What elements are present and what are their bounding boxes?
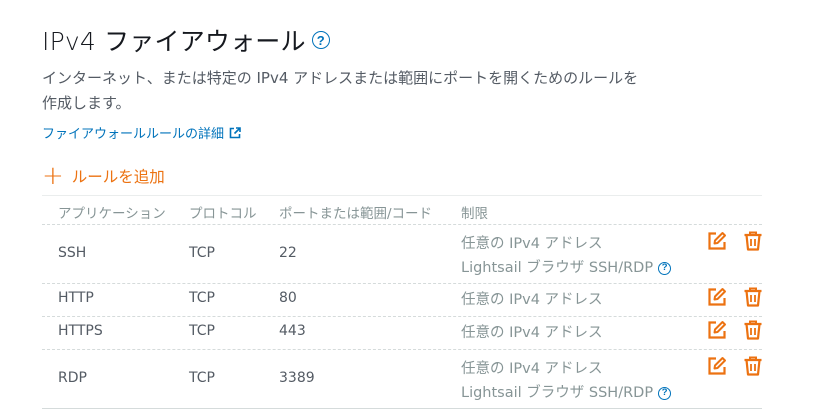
port-cell: 443 <box>279 323 306 339</box>
browser-rdp-note: Lightsail ブラウザ SSH/RDP ? <box>461 381 672 405</box>
restriction-cell: 任意の IPv4 アドレス <box>461 325 603 341</box>
application-cell: SSH <box>58 245 87 261</box>
firewall-rules-table: アプリケーション プロトコル ポートまたは範囲/コード 制限 SSH TCP 2… <box>42 195 762 409</box>
column-header-protocol: プロトコル <box>189 206 257 222</box>
description: インターネット、または特定の IPv4 アドレスまたは範囲にポートを開くためのル… <box>42 69 639 112</box>
application-cell: HTTP <box>58 290 94 306</box>
edit-icon[interactable] <box>706 286 728 308</box>
edit-icon[interactable] <box>706 319 728 341</box>
row-actions <box>706 355 764 377</box>
table-row: RDP TCP 3389 任意の IPv4 アドレス Lightsail ブラウ… <box>42 350 762 409</box>
help-icon[interactable]: ? <box>658 386 672 400</box>
add-rule-label: ルールを追加 <box>71 168 165 186</box>
external-link-icon <box>229 126 241 138</box>
trash-icon[interactable] <box>742 230 764 252</box>
edit-icon[interactable] <box>706 230 728 252</box>
restriction-cell: 任意の IPv4 アドレス Lightsail ブラウザ SSH/RDP ? <box>461 357 672 405</box>
plus-icon: + <box>42 161 64 191</box>
restriction-text: 任意の IPv4 アドレス <box>461 361 603 377</box>
trash-icon[interactable] <box>742 286 764 308</box>
column-header-application: アプリケーション <box>58 206 166 222</box>
row-actions <box>706 286 764 308</box>
application-cell: HTTPS <box>58 323 103 339</box>
port-cell: 80 <box>279 290 297 306</box>
browser-ssh-note: Lightsail ブラウザ SSH/RDP ? <box>461 256 672 280</box>
protocol-cell: TCP <box>189 290 215 306</box>
protocol-cell: TCP <box>189 370 215 386</box>
row-actions <box>706 230 764 252</box>
help-icon[interactable]: ? <box>311 31 330 49</box>
row-actions <box>706 319 764 341</box>
table-row: HTTP TCP 80 任意の IPv4 アドレス <box>42 284 762 317</box>
trash-icon[interactable] <box>742 319 764 341</box>
page-title: IPv4 ファイアウォール <box>42 27 306 56</box>
details-link-label[interactable]: ファイアウォールルールの詳細 <box>42 123 224 142</box>
restriction-cell: 任意の IPv4 アドレス <box>461 292 603 308</box>
table-header: アプリケーション プロトコル ポートまたは範囲/コード 制限 <box>42 196 762 225</box>
column-header-restriction: 制限 <box>461 206 488 222</box>
edit-icon[interactable] <box>706 355 728 377</box>
help-icon[interactable]: ? <box>658 261 672 275</box>
browser-ssh-text: Lightsail ブラウザ SSH/RDP <box>461 260 654 276</box>
restriction-text: 任意の IPv4 アドレス <box>461 236 603 252</box>
application-cell: RDP <box>58 370 87 386</box>
table-row: HTTPS TCP 443 任意の IPv4 アドレス <box>42 317 762 350</box>
browser-rdp-text: Lightsail ブラウザ SSH/RDP <box>461 385 654 401</box>
firewall-rules-details-link[interactable]: ファイアウォールルールの詳細 <box>42 123 241 142</box>
column-header-port: ポートまたは範囲/コード <box>279 206 433 222</box>
port-cell: 22 <box>279 245 297 261</box>
restriction-cell: 任意の IPv4 アドレス Lightsail ブラウザ SSH/RDP ? <box>461 232 672 280</box>
table-row: SSH TCP 22 任意の IPv4 アドレス Lightsail ブラウザ … <box>42 225 762 284</box>
add-rule-button[interactable]: + ルールを追加 <box>42 161 165 191</box>
trash-icon[interactable] <box>742 355 764 377</box>
protocol-cell: TCP <box>189 245 215 261</box>
port-cell: 3389 <box>279 370 315 386</box>
header: IPv4 ファイアウォール ? <box>42 22 330 58</box>
protocol-cell: TCP <box>189 323 215 339</box>
